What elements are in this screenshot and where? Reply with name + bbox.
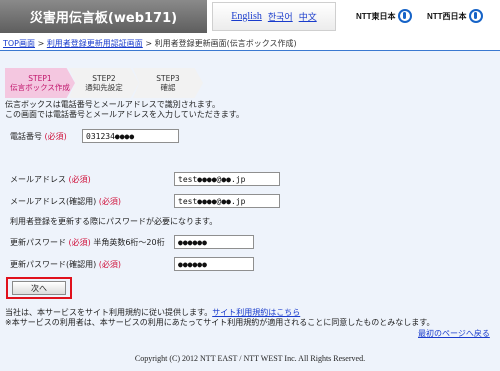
step-label: 伝言ボックス作成 [10,83,70,92]
ntt-east-logo-text: NTT東日本 [356,11,396,21]
site-title: 災害用伝言板(web171) [0,0,207,33]
breadcrumb-current: 利用者登録更新画面(伝言ボックス作成) [154,39,297,48]
required-mark: (必須) [98,260,122,269]
step-title: STEP3 [156,74,180,83]
phone-label: 電話番号 (必須) [10,131,67,142]
lang-korean-link[interactable]: 한국어 [268,10,293,23]
password-note: 利用者登録を更新する際にパスワードが必要になります。 [10,217,218,226]
password-confirm-field[interactable]: ●●●●●● [174,257,254,271]
email-label: メールアドレス (必須) [10,174,91,185]
breadcrumb-separator: > [37,39,45,48]
password-label-text: 更新パスワード [10,238,66,247]
email-field[interactable]: test●●●●@●●.jp [174,172,280,186]
step-2: STEP2 通知先設定 [69,68,139,98]
ntt-west-logo-text: NTT西日本 [427,11,467,21]
intro-text-2: この画面では電話番号とメールアドレスを入力していただきます。 [5,110,244,119]
step-label: 通知先設定 [85,83,123,92]
lang-english-link[interactable]: English [231,11,262,22]
ntt-logo-icon [397,9,412,23]
password-hint: 半角英数6桁〜20桁 [93,238,165,247]
next-button[interactable]: 次へ [12,281,66,295]
terms-link[interactable]: サイト利用規約はこちら [212,308,300,317]
email-confirm-label: メールアドレス(確認用) (必須) [10,196,121,207]
email-label-text: メールアドレス [10,175,66,184]
password-confirm-label-text: 更新パスワード(確認用) [10,260,97,269]
breadcrumb-top-link[interactable]: TOP画面 [3,39,35,48]
step-title: STEP1 [28,74,52,83]
lang-chinese-link[interactable]: 中文 [299,10,317,23]
step-3: STEP3 確認 [133,68,203,98]
terms-text: 当社は、本サービスをサイト利用規約に従い提供します。 [5,308,213,317]
password-confirm-label: 更新パスワード(確認用) (必須) [10,259,121,270]
phone-label-text: 電話番号 [10,132,42,141]
email-confirm-field[interactable]: test●●●●@●●.jp [174,194,280,208]
step-indicator: STEP1 伝言ボックス作成 STEP2 通知先設定 STEP3 確認 [5,68,203,98]
ntt-logo-icon [468,9,483,23]
breadcrumb-auth-link[interactable]: 利用者登録更新用認証画面 [47,39,143,48]
header: 災害用伝言板(web171) English 한국어 中文 NTT東日本 NTT… [0,0,500,33]
ntt-east-logo: NTT東日本 [356,9,412,23]
required-mark: (必須) [44,132,67,141]
breadcrumb-separator: > [145,39,153,48]
breadcrumb: TOP画面 > 利用者登録更新用認証画面 > 利用者登録更新画面(伝言ボックス作… [3,38,297,49]
password-label: 更新パスワード (必須) 半角英数6桁〜20桁 [10,237,165,248]
step-1: STEP1 伝言ボックス作成 [5,68,75,98]
back-to-top-link[interactable]: 最初のページへ戻る [418,328,490,339]
required-mark: (必須) [98,197,122,206]
step-label: 確認 [160,83,176,92]
required-mark: (必須) [68,238,91,247]
copyright: Copyright (C) 2012 NTT EAST / NTT WEST I… [134,354,366,363]
language-selector: English 한국어 中文 [212,2,336,31]
terms-line-2: ※本サービスの利用者は、本サービスの利用にあたってサイト利用規約が適用されること… [5,318,435,327]
email-confirm-label-text: メールアドレス(確認用) [10,197,97,206]
step-title: STEP2 [92,74,116,83]
password-field[interactable]: ●●●●●● [174,235,254,249]
phone-number-field[interactable]: 031234●●●● [82,129,179,143]
ntt-west-logo: NTT西日本 [427,9,483,23]
required-mark: (必須) [68,175,91,184]
